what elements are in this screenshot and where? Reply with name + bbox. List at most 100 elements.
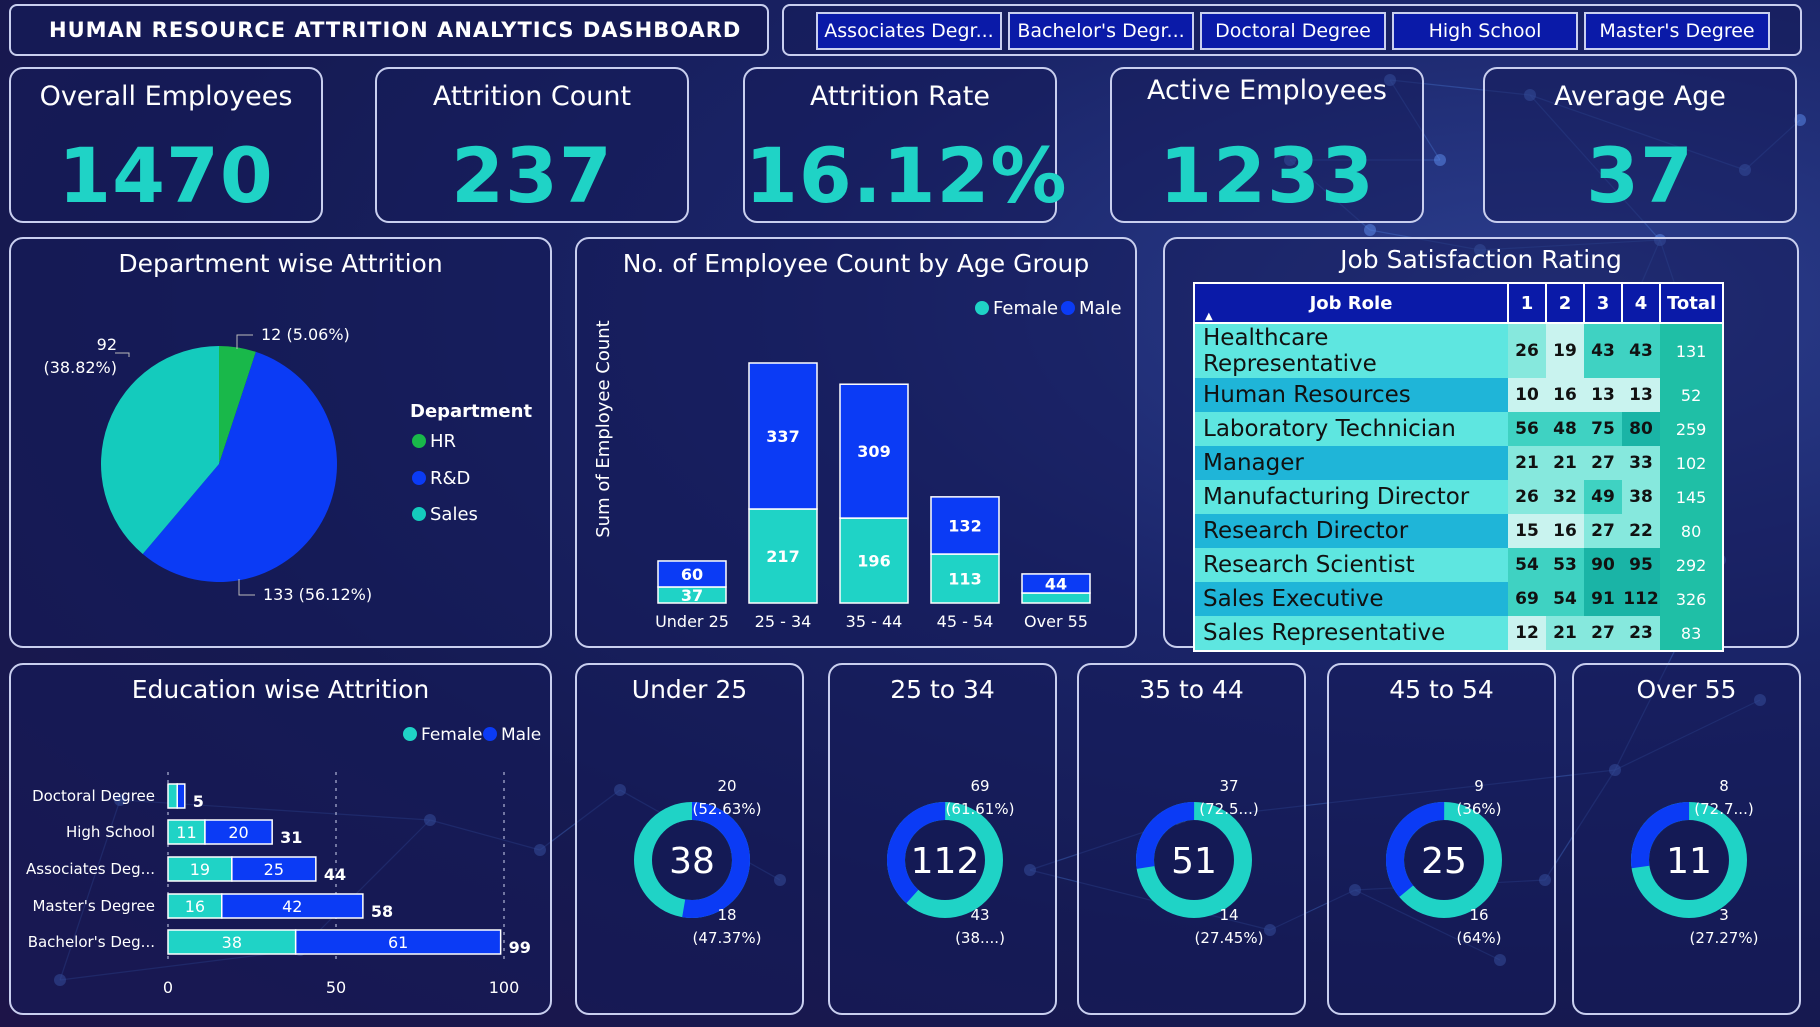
rating-cell-2: 53 [1546,548,1584,582]
slicer-associates[interactable]: Associates Degr... [816,12,1002,50]
bar-total-label: 31 [280,828,302,847]
kpi-label: Overall Employees [39,81,293,112]
donut-label-top: 9 [1474,777,1484,795]
donut-center-value: 38 [669,841,715,882]
rating-cell-4: 23 [1622,616,1660,651]
donut-label-top-pct: (52.63%) [693,800,762,818]
job-role-cell: Laboratory Technician [1194,412,1508,446]
rating-cell-3: 27 [1584,514,1622,548]
bar-label-male: 132 [948,516,981,535]
bar-label-male: 20 [228,823,248,842]
rating-cell-1: 21 [1508,446,1546,480]
bar-total-label: 44 [324,865,346,884]
x-tick-label: 100 [489,978,520,997]
bar-female [1021,592,1091,604]
column-header-2[interactable]: 2 [1545,282,1585,324]
rating-cell-1: 10 [1508,378,1546,412]
kpi-label: Attrition Count [432,81,632,112]
total-cell: 83 [1660,616,1724,651]
column-header-job-role[interactable]: Job Role ▲ [1193,282,1509,324]
y-tick-label: Associates Deg... [26,860,155,878]
bar-label-female: 113 [948,570,981,589]
network-node [1434,154,1446,166]
pie-leader-line [115,352,130,357]
bar-label-female: 19 [190,860,210,879]
bar-label-male: 44 [1045,574,1067,593]
donut-label-top: 20 [717,777,736,795]
job-role-cell: Sales Executive [1194,582,1508,616]
job-role-cell: Human Resources [1194,378,1508,412]
y-tick-label: High School [66,823,155,841]
legend-label: HR [430,431,457,452]
column-header-4[interactable]: 4 [1621,282,1661,324]
rating-cell-4: 22 [1622,514,1660,548]
rating-cell-3: 90 [1584,548,1622,582]
network-node [1364,224,1376,236]
donut-label-bottom-pct: (27.45%) [1195,929,1264,947]
rating-cell-3: 43 [1584,323,1622,378]
column-header-3[interactable]: 3 [1583,282,1623,324]
job-role-cell: Healthcare Representative [1194,323,1508,378]
kpi-average-age: Average Age 37 [1483,67,1797,223]
donut-panel-under-25: Under 25 38 20 (52.63%) 18 (47.37%) [575,663,804,1015]
donut-panel-35-to-44: 35 to 44 51 37 (72.5...) 14 (27.45%) [1077,663,1306,1015]
y-tick-label: Bachelor's Deg... [28,933,155,951]
bar-male [176,783,186,809]
slicer-masters[interactable]: Master's Degree [1584,12,1770,50]
table-header-row: Job Role ▲ 1 2 3 4 Total [1193,282,1725,324]
legend-dot [412,434,426,448]
kpi-attrition-rate: Attrition Rate 16.12% [743,67,1067,223]
rating-cell-2: 21 [1546,616,1584,651]
slicer-high-school[interactable]: High School [1392,12,1578,50]
table-row: Manager 21 21 27 33 102 [1194,446,1724,480]
donut-label-top-pct: (72.5...) [1199,800,1258,818]
rating-cell-4: 112 [1622,582,1660,616]
pie-leader-line [236,334,253,349]
x-tick-label: 35 - 44 [846,612,903,631]
donut-center-value: 112 [911,841,980,882]
donut-label-bottom: 18 [717,906,736,924]
education-slicer: Associates Degr... Bachelor's Degr... Do… [782,4,1802,56]
pie-label-sales: 92 [97,335,117,354]
legend-dot [412,507,426,521]
rating-cell-3: 27 [1584,616,1622,651]
donut-chart: 25 9 (36%) 16 (64%) [1386,777,1502,947]
slicer-bachelors[interactable]: Bachelor's Degr... [1008,12,1194,50]
y-tick-label: Master's Degree [32,897,155,915]
pie-legend-rd: R&D [412,468,470,489]
dashboard-title: HUMAN RESOURCE ATTRITION ANALYTICS DASHB… [9,4,769,56]
y-axis-label: Sum of Employee Count [593,320,614,538]
job-role-cell: Sales Representative [1194,616,1508,651]
table-row: Research Scientist 54 53 90 95 292 [1194,548,1724,582]
donut-label-top-pct: (72.7...) [1694,800,1753,818]
total-cell: 102 [1660,446,1724,480]
rating-cell-2: 48 [1546,412,1584,446]
bar-label-female: 217 [766,547,799,566]
sort-arrow-icon: ▲ [1205,311,1213,322]
bar-total-label: 58 [371,902,393,921]
column-header-1[interactable]: 1 [1507,282,1547,324]
donut-label-bottom: 14 [1219,906,1238,924]
total-cell: 145 [1660,480,1724,514]
rating-cell-3: 75 [1584,412,1622,446]
donut-center-value: 51 [1171,841,1217,882]
pie-legend-title: Department [410,401,533,422]
pie-leader-line [238,579,255,596]
donut-chart: 11 8 (72.7...) 3 (27.27%) [1631,777,1758,947]
pie-label-rd: 133 (56.12%) [263,585,372,604]
kpi-value: 1233 [1159,131,1375,220]
rating-cell-4: 80 [1622,412,1660,446]
rating-cell-3: 49 [1584,480,1622,514]
column-header-total[interactable]: Total [1658,282,1725,324]
kpi-label: Average Age [1554,81,1726,112]
donut-center-value: 25 [1421,841,1467,882]
table-row: Sales Executive 69 54 91 112 326 [1194,582,1724,616]
job-role-cell: Manager [1194,446,1508,480]
kpi-value: 37 [1586,131,1694,220]
bar-label-female: 11 [176,823,196,842]
slicer-doctoral[interactable]: Doctoral Degree [1200,12,1386,50]
pie-legend-sales: Sales [412,504,478,525]
pie-legend-hr: HR [412,431,456,452]
education-attrition-panel: Education wise Attrition Female Male 0 50… [9,663,552,1015]
bar-label-male: 25 [264,860,284,879]
